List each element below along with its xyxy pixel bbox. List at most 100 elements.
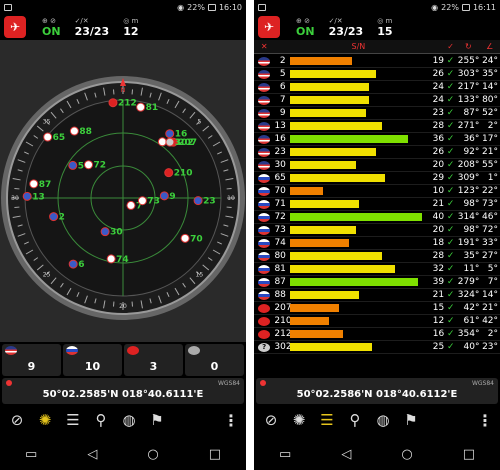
constellation-flag [254, 329, 274, 339]
snr-bar [289, 278, 418, 286]
table-row[interactable]: 81 32 ✓ 11° 5° [254, 263, 500, 276]
table-row[interactable]: 210 12 ✓ 61° 42° [254, 315, 500, 328]
table-row[interactable]: 5 26 ✓ 303° 35° [254, 68, 500, 81]
compass-label: 25 [43, 271, 51, 278]
ru-flag-icon [106, 254, 116, 264]
used-in-fix: ✓ [446, 303, 455, 313]
used-col-icon[interactable]: ✓ [444, 42, 457, 51]
azimuth-value: 255° [457, 56, 480, 66]
coordinates-bar[interactable]: WGS84 50°02.2585'N 018°40.6111'E [2, 378, 244, 404]
azimuth-col-icon[interactable]: ↻ [457, 42, 479, 51]
satellite-prn-label: 13 [32, 192, 45, 202]
table-row[interactable]: 9 23 ✓ 87° 52° [254, 107, 500, 120]
pin-icon[interactable]: ⚑ [402, 411, 420, 429]
table-row[interactable]: 2 19 ✓ 255° 24° [254, 55, 500, 68]
table-row[interactable]: 70 10 ✓ 123° 22° [254, 185, 500, 198]
azimuth-value: 87° [463, 108, 480, 118]
ru-flag-icon [157, 137, 167, 147]
satellite-prn-label: 73 [147, 197, 160, 207]
datum-label: WGS84 [217, 380, 240, 387]
compass-label: 35 [43, 119, 51, 126]
snr-bar [289, 83, 369, 91]
list-icon[interactable]: ☰ [64, 411, 82, 429]
table-row[interactable]: 13 28 ✓ 271° 2° [254, 120, 500, 133]
table-row[interactable]: 23 26 ✓ 92° 21° [254, 146, 500, 159]
snr-value: 15 [432, 303, 445, 313]
back-icon[interactable]: ◁ [87, 447, 97, 462]
table-row[interactable]: 6 24 ✓ 217° 14° [254, 81, 500, 94]
ru-flag-icon [136, 102, 146, 112]
snr-bar [289, 200, 359, 208]
menu-icon[interactable]: ⋮ [222, 411, 240, 430]
list-icon[interactable]: ☰ [318, 411, 336, 429]
overview-icon[interactable]: □ [209, 447, 221, 462]
overview-icon[interactable]: □ [463, 447, 475, 462]
snr-col-label[interactable]: S/N [288, 42, 430, 51]
coordinates-bar[interactable]: WGS84 50°02.2586'N 018°40.6112'E [256, 378, 498, 404]
elevation-value: 23° [482, 342, 499, 352]
home-icon[interactable]: ○ [401, 447, 412, 462]
snr-bar [290, 317, 330, 325]
sky-radar[interactable]: N 5 10 15 20 25 30 35 74 6 30 2 70 7 73 9 23 5 72 13 65 88 21… [0, 40, 246, 342]
table-row[interactable]: 88 21 ✓ 324° 14° [254, 289, 500, 302]
app-logo-icon[interactable]: ✈ [258, 16, 280, 38]
snr-bar-cell [288, 186, 429, 196]
ru-flag-icon [66, 346, 78, 355]
azimuth-value: 271° [457, 121, 480, 131]
radar-icon[interactable]: ✺ [290, 411, 308, 429]
satellite-prn: 210 [274, 316, 292, 326]
table-row[interactable]: 73 20 ✓ 98° 72° [254, 224, 500, 237]
pin-icon[interactable]: ⚑ [148, 411, 166, 429]
snr-value: 21 [432, 290, 445, 300]
globe-icon[interactable]: ◍ [120, 411, 138, 429]
back-icon[interactable]: ◁ [341, 447, 351, 462]
us-flag-icon [258, 82, 271, 92]
table-row[interactable]: 212 16 ✓ 354° 2° [254, 328, 500, 341]
recent-apps-icon[interactable]: ▭ [279, 447, 291, 462]
compass-icon[interactable]: ⊘ [262, 411, 280, 429]
satellite-prn-label: 210 [174, 169, 193, 179]
recent-apps-icon[interactable]: ▭ [25, 447, 37, 462]
snr-bar [289, 239, 349, 247]
used-in-fix: ✓ [446, 82, 455, 92]
constellation-counts: 9 10 3 0 [2, 344, 244, 376]
satellite-prn: 207 [274, 303, 292, 313]
walk-icon[interactable]: ⚲ [92, 411, 110, 429]
satellite-col-icon[interactable]: ✕ [254, 42, 275, 51]
table-row[interactable]: 7 24 ✓ 133° 80° [254, 94, 500, 107]
us-flag-icon [258, 95, 271, 105]
constellation-flag [254, 147, 274, 157]
walk-icon[interactable]: ⚲ [346, 411, 364, 429]
elevation-col-icon[interactable]: ∠ [480, 42, 500, 51]
snr-bar-cell [288, 95, 429, 105]
azimuth-value: 40° [463, 342, 480, 352]
table-row[interactable]: 80 28 ✓ 35° 27° [254, 250, 500, 263]
ru-flag-icon [126, 200, 136, 210]
satellite-prn-label: 30 [110, 228, 123, 238]
table-row[interactable]: 71 21 ✓ 98° 73° [254, 198, 500, 211]
menu-icon[interactable]: ⋮ [476, 411, 494, 430]
home-icon[interactable]: ○ [147, 447, 158, 462]
table-row[interactable]: 30 20 ✓ 208° 55° [254, 159, 500, 172]
snr-bar-cell [288, 56, 429, 66]
satellite-prn: 81 [274, 264, 286, 274]
table-row[interactable]: 74 18 ✓ 191° 33° [254, 237, 500, 250]
compass-icon[interactable]: ⊘ [8, 411, 26, 429]
satellite-prn: 72 [274, 212, 286, 222]
used-in-fix: ✓ [446, 238, 455, 248]
table-row[interactable]: ? 302 25 ✓ 40° 23° [254, 341, 500, 354]
radar-icon[interactable]: ✺ [36, 411, 54, 429]
table-row[interactable]: 87 39 ✓ 279° 7° [254, 276, 500, 289]
table-row[interactable]: 16 36 ✓ 36° 17° [254, 133, 500, 146]
table-row[interactable]: 65 29 ✓ 309° 1° [254, 172, 500, 185]
table-row[interactable]: 72 40 ✓ 314° 46° [254, 211, 500, 224]
app-logo-icon[interactable]: ✈ [4, 16, 26, 38]
satellite-prn: 13 [274, 121, 286, 131]
table-row[interactable]: 207 15 ✓ 42° 21° [254, 302, 500, 315]
azimuth-value: 303° [457, 69, 480, 79]
globe-icon[interactable]: ◍ [374, 411, 392, 429]
snr-value: 32 [432, 264, 445, 274]
cn-flag-icon [258, 303, 271, 313]
snr-bar-cell [288, 342, 429, 352]
us-flag-icon [193, 196, 203, 206]
